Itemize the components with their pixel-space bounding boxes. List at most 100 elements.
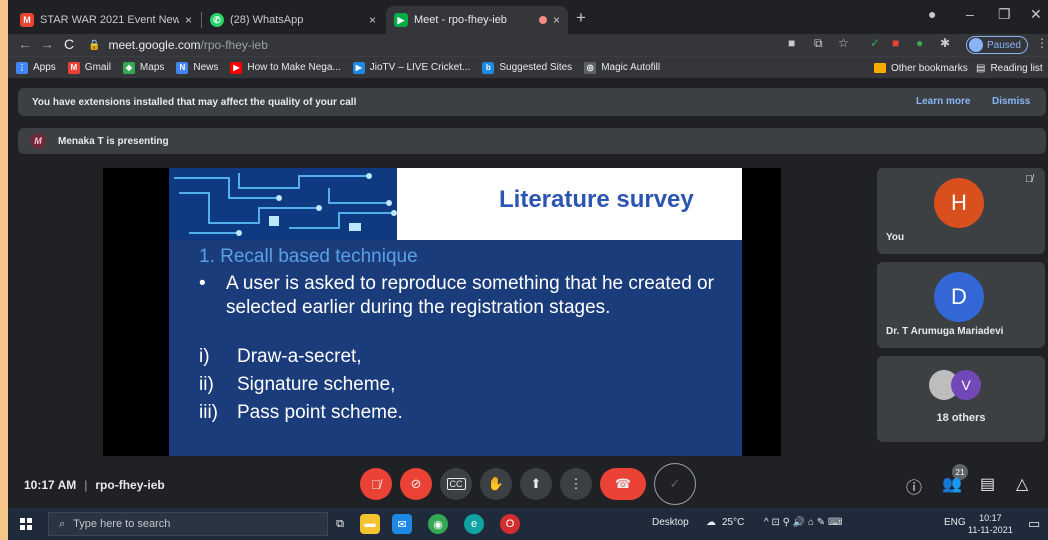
reading-list[interactable]: ▤ Reading list: [976, 57, 1043, 79]
taskbar-clock[interactable]: 10:17 11-11-2021: [968, 512, 1013, 536]
avatar: V: [951, 370, 981, 400]
tray-icons[interactable]: ^ ⊡ ⚲ 🔊 ⌂ ✎ ⌨: [764, 517, 842, 528]
captions-button[interactable]: CC: [440, 468, 472, 500]
bing-icon: b: [482, 61, 495, 74]
activities-icon[interactable]: △: [1016, 474, 1028, 494]
meeting-code: rpo-fhey-ieb: [95, 478, 165, 492]
avatar: D: [934, 272, 984, 322]
autofill-icon: ◎: [584, 61, 597, 74]
close-icon[interactable]: ×: [553, 13, 560, 27]
gmail-icon: M: [67, 61, 80, 74]
chrome-icon[interactable]: ◉: [428, 514, 448, 534]
desktop-toolbar[interactable]: Desktop: [652, 517, 689, 528]
participant-tile-you[interactable]: 🎙̸ H You: [877, 168, 1045, 254]
notifications-icon[interactable]: ▭: [1028, 516, 1040, 532]
mic-off-icon: 🎙̸: [1025, 174, 1033, 185]
bookmark-gmail[interactable]: M Gmail: [67, 61, 111, 74]
gmail-icon: M: [20, 13, 34, 27]
more-vert-icon: ⋮: [569, 476, 583, 491]
bookmark-suggested-sites[interactable]: b Suggested Sites: [482, 61, 572, 74]
tab-whatsapp[interactable]: ✆ (28) WhatsApp ×: [202, 6, 384, 34]
maps-icon: ◆: [122, 61, 135, 74]
present-screen-icon: ⬆: [530, 476, 542, 491]
activities-button[interactable]: ✓: [654, 463, 696, 505]
check-extension-icon[interactable]: ✓: [870, 36, 880, 50]
windows-start-icon[interactable]: [20, 518, 32, 530]
browser-toolbar: ← → C 🔒 meet.google.com/rpo-fhey-ieb ■ ⧉…: [8, 34, 1048, 56]
extension-icon[interactable]: ■: [892, 36, 899, 50]
participant-tile-others[interactable]: V 18 others: [877, 356, 1045, 442]
opera-icon[interactable]: O: [500, 514, 520, 534]
raise-hand-button[interactable]: ✋: [480, 468, 512, 500]
bookmark-maps[interactable]: ◆ Maps: [122, 61, 164, 74]
dismiss-button[interactable]: Dismiss: [992, 96, 1030, 107]
task-view-icon[interactable]: ⧉: [330, 514, 350, 534]
menu-kebab-icon[interactable]: ⋮: [1036, 36, 1048, 50]
extension-icon[interactable]: ●: [916, 36, 923, 50]
file-explorer-icon[interactable]: ▬: [360, 514, 380, 534]
open-in-new-icon[interactable]: ⧉: [814, 36, 823, 51]
avatar: H: [934, 178, 984, 228]
present-now-button[interactable]: ⬆: [520, 468, 552, 500]
reload-icon[interactable]: C: [64, 36, 74, 52]
browser-window: M STAR WAR 2021 Event Newspape × ✆ (28) …: [8, 0, 1048, 540]
bookmark-youtube[interactable]: ▶ How to Make Nega...: [230, 61, 341, 74]
slide-title: Literature survey: [499, 186, 694, 213]
tab-search-icon[interactable]: ●: [928, 6, 936, 22]
check-icon: ✓: [669, 476, 681, 491]
whatsapp-icon: ✆: [210, 13, 224, 27]
chat-icon[interactable]: ▤: [980, 474, 995, 494]
recording-dot-icon: [538, 16, 547, 24]
bookmark-news[interactable]: N News: [176, 61, 218, 74]
bookmark-jiotv[interactable]: ▶ JioTV – LIVE Cricket...: [352, 61, 470, 74]
participant-tile-dr-t-arumuga-mariadevi[interactable]: D Dr. T Arumuga Mariadevi: [877, 262, 1045, 348]
taskbar-search-input[interactable]: ⌕ Type here to search: [48, 512, 328, 536]
windows-taskbar: ⌕ Type here to search ⧉ ▬ ✉ ◉ e O Deskto…: [8, 508, 1048, 540]
bookmark-magic-autofill[interactable]: ◎ Magic Autofill: [584, 61, 660, 74]
restore-icon[interactable]: ❐: [998, 6, 1011, 23]
weather-temp[interactable]: 25°C: [722, 517, 744, 528]
youtube-icon: ▶: [230, 61, 243, 74]
presenter-avatar: M: [30, 133, 46, 149]
bookmark-star-icon[interactable]: ☆: [838, 36, 849, 50]
search-icon: ⌕: [59, 517, 66, 530]
people-icon[interactable]: 👥: [942, 474, 962, 494]
lock-icon: 🔒: [88, 39, 101, 51]
extension-notice-banner: You have extensions installed that may a…: [18, 88, 1046, 116]
avatar: [969, 38, 983, 52]
leave-call-button[interactable]: ☎: [600, 468, 646, 500]
learn-more-link[interactable]: Learn more: [916, 96, 970, 107]
presentation-stage: Literature survey 1. Recall based techni…: [103, 168, 781, 456]
tab-gmail[interactable]: M STAR WAR 2021 Event Newspape ×: [12, 6, 200, 34]
camera-off-button[interactable]: ⊘: [400, 468, 432, 500]
window-close-icon[interactable]: ✕: [1030, 6, 1042, 23]
info-icon[interactable]: ⓘ: [906, 474, 922, 498]
weather-icon: ☁: [706, 517, 716, 528]
close-icon[interactable]: ×: [369, 13, 376, 27]
bullet-icon: •: [199, 273, 206, 294]
mail-icon[interactable]: ✉: [392, 514, 412, 534]
camera-off-icon: ⊘: [410, 476, 422, 491]
mic-off-button[interactable]: 🎙̸: [360, 468, 392, 500]
address-bar[interactable]: 🔒 meet.google.com/rpo-fhey-ieb: [88, 35, 808, 55]
participant-name: You: [886, 232, 905, 243]
camera-icon[interactable]: ■: [788, 36, 795, 50]
language-indicator[interactable]: ENG: [944, 517, 966, 528]
forward-icon[interactable]: →: [40, 36, 54, 52]
profile-button[interactable]: Paused: [966, 36, 1028, 54]
slide-heading: 1. Recall based technique: [199, 246, 418, 267]
edge-icon[interactable]: e: [464, 514, 484, 534]
close-icon[interactable]: ×: [185, 13, 192, 27]
mic-off-icon: 🎙̸: [371, 476, 381, 492]
new-tab-button[interactable]: +: [576, 8, 586, 28]
minimize-icon[interactable]: –: [966, 6, 974, 22]
more-options-button[interactable]: ⋮: [560, 468, 592, 500]
tab-meet[interactable]: ▶ Meet - rpo-fhey-ieb ×: [386, 6, 568, 34]
extensions-puzzle-icon[interactable]: ✱: [940, 36, 950, 50]
participant-name: Dr. T Arumuga Mariadevi: [886, 326, 1004, 337]
other-bookmarks[interactable]: Other bookmarks: [874, 57, 968, 79]
folder-icon: [874, 63, 886, 73]
meeting-info: 10:17 AM | rpo-fhey-ieb: [24, 478, 165, 492]
bookmark-apps[interactable]: ⋮ Apps: [16, 61, 56, 74]
back-icon[interactable]: ←: [18, 36, 32, 52]
